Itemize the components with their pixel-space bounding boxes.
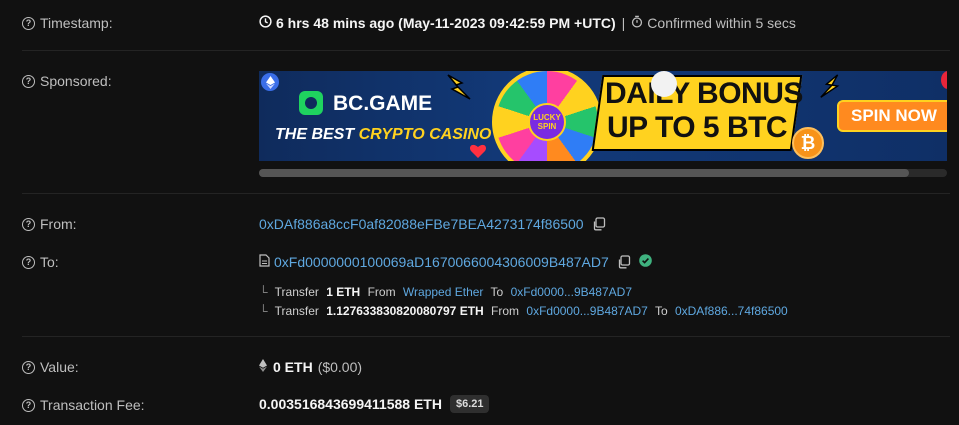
transfer-line: └ Transfer 1 ETH From Wrapped Ether To 0… (259, 285, 632, 299)
help-icon[interactable]: ? (22, 398, 35, 412)
from-value: 0xDAf886a8ccF0af82088eFBe7BEA4273174f865… (259, 216, 606, 232)
banner-brand: BC.GAME (333, 92, 433, 115)
divider (22, 336, 950, 337)
divider (22, 193, 950, 194)
contract-file-icon (259, 254, 270, 270)
divider (22, 50, 950, 51)
verified-check-icon (638, 254, 652, 270)
fee-label: ? Transaction Fee: (22, 397, 145, 413)
fee-usd-badge: $6.21 (449, 395, 490, 413)
to-address-link[interactable]: 0xFd0000000100069aD1670066004306009B487A… (274, 254, 609, 270)
help-icon[interactable]: ? (22, 255, 35, 269)
fee-value: 0.003516843699411588 ETH $6.21 (259, 395, 490, 413)
from-address-link[interactable]: 0xDAf886a8ccF0af82088eFBe7BEA4273174f865… (259, 216, 584, 232)
banner-tagline: THE BEST CRYPTO CASINO (275, 126, 492, 143)
clock-icon (259, 15, 272, 31)
transfer-from-link[interactable]: 0xFd0000...9B487AD7 (526, 304, 647, 318)
transfer-to-link[interactable]: 0xFd0000...9B487AD7 (511, 285, 632, 299)
timestamp-label: ? Timestamp: (22, 15, 113, 31)
help-icon[interactable]: ? (22, 74, 35, 88)
branch-arrow-icon: └ (259, 304, 268, 318)
sponsored-banner[interactable]: BC.GAME THE BEST CRYPTO CASINO LUCKY SPI… (259, 71, 947, 161)
copy-icon[interactable] (617, 255, 631, 269)
red-coin-icon (941, 71, 947, 89)
to-label: ? To: (22, 254, 59, 270)
banner-scrollbar[interactable] (259, 169, 947, 177)
transfer-from-link[interactable]: Wrapped Ether (403, 285, 484, 299)
from-label: ? From: (22, 216, 77, 232)
help-icon[interactable]: ? (22, 217, 35, 231)
help-icon[interactable]: ? (22, 16, 35, 30)
ethereum-icon (259, 359, 267, 375)
spin-wheel: LUCKY SPIN (492, 71, 602, 161)
value-value: 0 ETH ($0.00) (259, 359, 362, 375)
banner-scrollbar-thumb[interactable] (259, 169, 909, 177)
stopwatch-icon (631, 15, 643, 31)
transfer-to-link[interactable]: 0xDAf886...74f86500 (675, 304, 788, 318)
value-label: ? Value: (22, 359, 79, 375)
ethereum-coin-icon (261, 73, 279, 91)
lightning-icon (442, 73, 474, 106)
bitcoin-coin-icon: ₿ (792, 127, 824, 159)
branch-arrow-icon: └ (259, 285, 268, 299)
heart-icon (469, 143, 487, 161)
transfer-line: └ Transfer 1.127633830820080797 ETH From… (259, 304, 788, 318)
timestamp-value: 6 hrs 48 mins ago (May-11-2023 09:42:59 … (259, 15, 796, 31)
spin-now-button[interactable]: SPIN NOW (837, 100, 947, 132)
to-value: 0xFd0000000100069aD1670066004306009B487A… (259, 254, 652, 270)
ball-icon (651, 71, 677, 97)
sponsored-label: ? Sponsored: (22, 73, 112, 89)
copy-icon[interactable] (592, 217, 606, 231)
bcgame-logo-icon (299, 91, 323, 115)
help-icon[interactable]: ? (22, 360, 35, 374)
